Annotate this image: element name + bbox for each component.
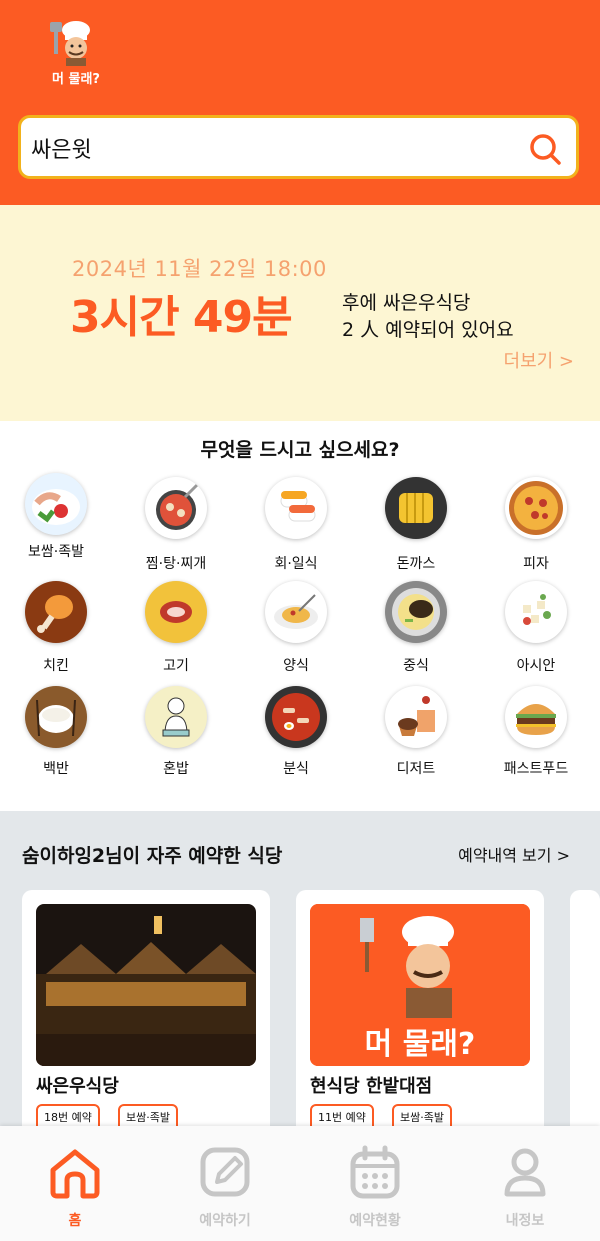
restaurant-card-partial[interactable]	[570, 890, 600, 1150]
category-item-fastfood[interactable]: 패스트푸드	[476, 686, 596, 786]
sushi-icon	[265, 477, 327, 539]
category-item-meat[interactable]: 고기	[116, 581, 236, 681]
category-item-dessert[interactable]: 디저트	[356, 686, 476, 786]
category-item-honbap[interactable]: 혼밥	[116, 686, 236, 786]
reservation-remaining-time: 3시간 49분	[70, 292, 293, 343]
category-label: 양식	[283, 658, 309, 674]
category-item-stew[interactable]: 찜·탕·찌개	[116, 477, 236, 577]
category-section: 무엇을 드시고 싶으세요? 보쌈·족발 찜·탕·찌개 회·일식 돈까스 피자 치…	[0, 421, 600, 811]
solo-meal-icon	[145, 686, 207, 748]
nav-label: 내정보	[505, 1213, 545, 1229]
category-item-bunsik[interactable]: 분식	[236, 686, 356, 786]
jjajang-icon	[385, 581, 447, 643]
category-item-jjajang[interactable]: 중식	[356, 581, 476, 681]
search-input[interactable]	[31, 128, 511, 168]
search-icon[interactable]	[528, 132, 562, 166]
reservation-restaurant-line: 후에 싸은우식당	[342, 292, 471, 314]
rice-bowl-icon	[25, 686, 87, 748]
pasta-icon	[265, 581, 327, 643]
burger-icon	[505, 686, 567, 748]
category-label: 중식	[403, 658, 429, 674]
category-item-bossam[interactable]: 보쌈·족발	[0, 473, 116, 573]
tteokbokki-icon	[265, 686, 327, 748]
meat-icon	[145, 581, 207, 643]
nav-reserve[interactable]: 예약하기	[150, 1126, 300, 1241]
category-label: 혼밥	[163, 761, 189, 777]
nav-label: 홈	[68, 1213, 82, 1229]
category-item-chicken[interactable]: 치킨	[0, 581, 116, 681]
bossam-icon	[25, 473, 87, 535]
reservation-history-link[interactable]: 예약내역 보기 >	[458, 842, 570, 866]
category-label: 백반	[43, 761, 69, 777]
chef-logo-icon	[50, 21, 90, 66]
restaurant-card[interactable]: 머 물래? 현식당 한밭대점 11번 예약 보쌈·족발	[296, 890, 544, 1150]
app-logo[interactable]: 머 물래?	[40, 18, 112, 90]
nav-my-info[interactable]: 내정보	[450, 1126, 600, 1241]
asian-icon	[505, 581, 567, 643]
nav-reservation-status[interactable]: 예약현황	[300, 1126, 450, 1241]
category-item-sushi[interactable]: 회·일식	[236, 477, 356, 577]
restaurant-photo: 머 물래?	[310, 904, 530, 1066]
category-label: 회·일식	[274, 556, 318, 572]
category-label: 치킨	[43, 658, 69, 674]
nav-home[interactable]: 홈	[0, 1126, 150, 1241]
restaurant-name: 현식당 한밭대점	[310, 1076, 433, 1097]
restaurant-card[interactable]: 싸은우식당 18번 예약 보쌈·족발	[22, 890, 270, 1150]
bottom-navigation: 홈 예약하기 예약현황 내정보	[0, 1126, 600, 1241]
category-label: 돈까스	[396, 556, 436, 572]
app-header: 머 물래?	[0, 0, 600, 205]
restaurant-name: 싸은우식당	[36, 1076, 119, 1097]
category-label: 디저트	[396, 761, 436, 777]
nav-label: 예약하기	[199, 1213, 251, 1229]
chicken-icon	[25, 581, 87, 643]
category-title: 무엇을 드시고 싶으세요?	[200, 439, 400, 461]
category-item-pasta[interactable]: 양식	[236, 581, 356, 681]
reservation-party-line: 2 人 예약되어 있어요	[342, 319, 514, 341]
category-item-tonkatsu[interactable]: 돈까스	[356, 477, 476, 577]
category-label: 패스트푸드	[503, 761, 569, 777]
person-icon	[504, 1148, 546, 1197]
upcoming-reservation-banner: 2024년 11월 22일 18:00 3시간 49분 후에 싸은우식당 2 人…	[0, 205, 600, 421]
home-icon	[50, 1149, 100, 1199]
category-label: 아시안	[516, 658, 556, 674]
dessert-icon	[385, 686, 447, 748]
category-label: 고기	[163, 658, 189, 674]
category-label: 분식	[283, 761, 309, 777]
tonkatsu-icon	[385, 477, 447, 539]
pizza-icon	[505, 477, 567, 539]
restaurant-photo	[36, 904, 256, 1066]
card-image-text: 머 물래?	[365, 1027, 476, 1062]
reservation-datetime: 2024년 11월 22일 18:00	[72, 257, 327, 281]
frequent-restaurants-section: 숨이하잉2님이 자주 예약한 식당 예약내역 보기 > 싸은우식당 18번 예약…	[0, 811, 600, 1150]
category-label: 피자	[523, 556, 549, 572]
calendar-icon	[350, 1145, 400, 1199]
logo-text: 머 물래?	[52, 72, 100, 87]
edit-icon	[200, 1147, 250, 1197]
reservation-more-link[interactable]: 더보기 >	[504, 347, 574, 373]
nav-label: 예약현황	[349, 1213, 401, 1229]
category-label: 찜·탕·찌개	[145, 556, 207, 572]
category-label: 보쌈·족발	[28, 544, 84, 560]
search-bar[interactable]	[18, 115, 579, 179]
category-item-baekban[interactable]: 백반	[0, 686, 116, 786]
stew-icon	[145, 477, 207, 539]
category-item-asian[interactable]: 아시안	[476, 581, 596, 681]
frequent-title: 숨이하잉2님이 자주 예약한 식당	[22, 845, 283, 867]
category-item-pizza[interactable]: 피자	[476, 477, 596, 577]
